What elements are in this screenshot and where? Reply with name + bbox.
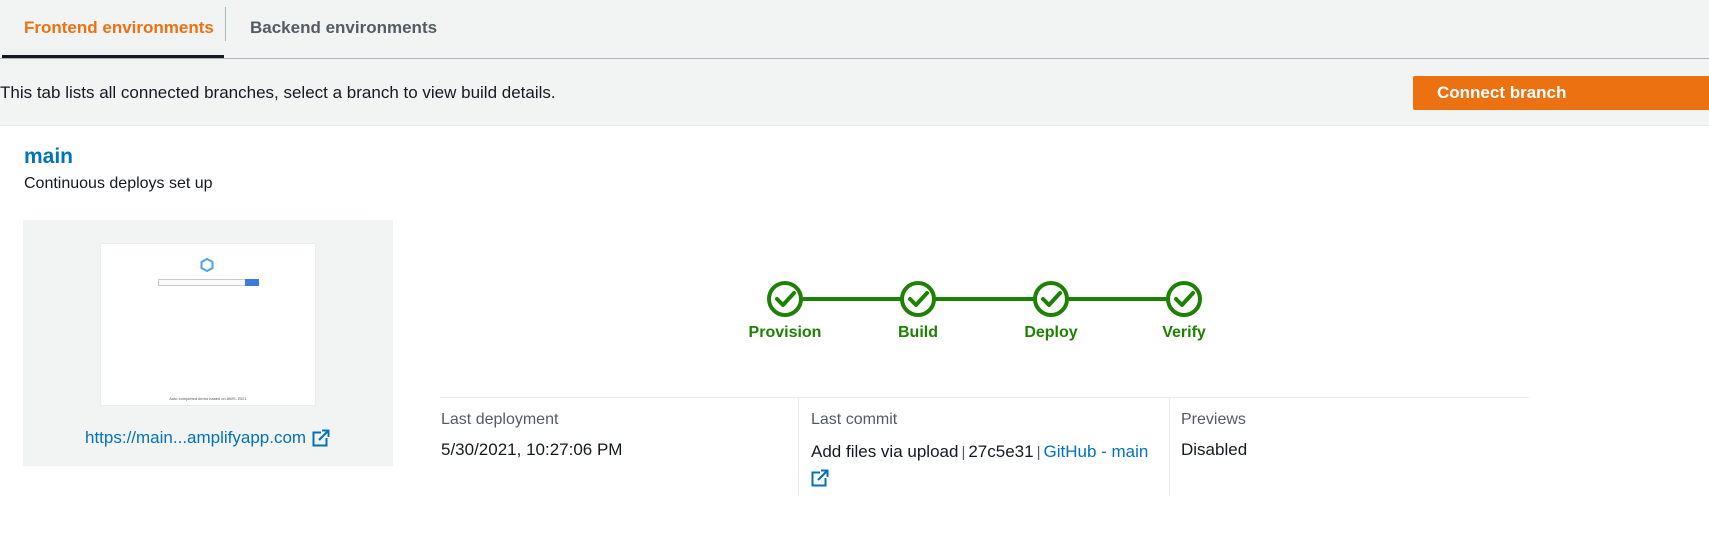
previews-label: Previews bbox=[1181, 411, 1246, 428]
stage-label-provision: Provision bbox=[748, 324, 822, 341]
external-link-icon[interactable] bbox=[811, 468, 829, 487]
stage-label-verify: Verify bbox=[1162, 324, 1206, 341]
last-deployment-value: 5/30/2021, 10:27:06 PM bbox=[441, 440, 623, 459]
separator: | bbox=[961, 444, 966, 461]
site-thumbnail[interactable]: Auto completed demo based on AWS. 2021 bbox=[101, 244, 315, 405]
details-divider bbox=[440, 397, 1529, 398]
tab-backend-label: Backend environments bbox=[250, 18, 438, 37]
stage-build-check-icon bbox=[900, 281, 936, 317]
site-url-text: https://main...amplifyapp.com bbox=[85, 428, 307, 447]
thumbnail-footer: Auto completed demo based on AWS. 2021 bbox=[169, 396, 247, 401]
stage-verify-check-icon bbox=[1166, 281, 1202, 317]
branch-subtitle: Continuous deploys set up bbox=[24, 175, 213, 192]
tab-frontend-environments[interactable]: Frontend environments bbox=[2, 0, 224, 58]
stage-deploy-check-icon bbox=[1033, 281, 1069, 317]
thumbnail-search-box bbox=[158, 279, 246, 286]
repo-branch-link[interactable]: GitHub - main bbox=[1043, 442, 1148, 461]
separator: | bbox=[1036, 444, 1041, 461]
commit-message: Add files via upload bbox=[811, 442, 959, 461]
tab-frontend-label: Frontend environments bbox=[24, 17, 214, 37]
thumbnail-search-button bbox=[245, 279, 259, 286]
last-commit-value: Add files via upload | 27c5e31 | GitHub - ma… bbox=[811, 440, 1156, 489]
stage-provision-check-icon bbox=[767, 281, 803, 317]
last-commit-label: Last commit bbox=[811, 411, 898, 428]
column-divider bbox=[1169, 398, 1170, 496]
branch-name-link[interactable]: main bbox=[24, 145, 73, 169]
app-logo-icon bbox=[200, 258, 214, 272]
info-text: This tab lists all connected branches, s… bbox=[0, 83, 556, 102]
external-link-icon bbox=[312, 429, 331, 447]
stage-label-build: Build bbox=[898, 324, 938, 341]
column-divider bbox=[798, 398, 799, 496]
site-url-link[interactable]: https://main...amplifyapp.com bbox=[85, 428, 331, 448]
environment-tabs: Frontend environments Backend environmen… bbox=[0, 0, 1709, 59]
previews-value: Disabled bbox=[1181, 440, 1248, 459]
connect-branch-button[interactable]: Connect branch bbox=[1413, 76, 1709, 110]
tab-backend-environments[interactable]: Backend environments bbox=[226, 0, 437, 56]
stage-label-deploy: Deploy bbox=[1024, 324, 1078, 341]
last-deployment-label: Last deployment bbox=[441, 411, 559, 428]
commit-hash: 27c5e31 bbox=[968, 442, 1034, 461]
